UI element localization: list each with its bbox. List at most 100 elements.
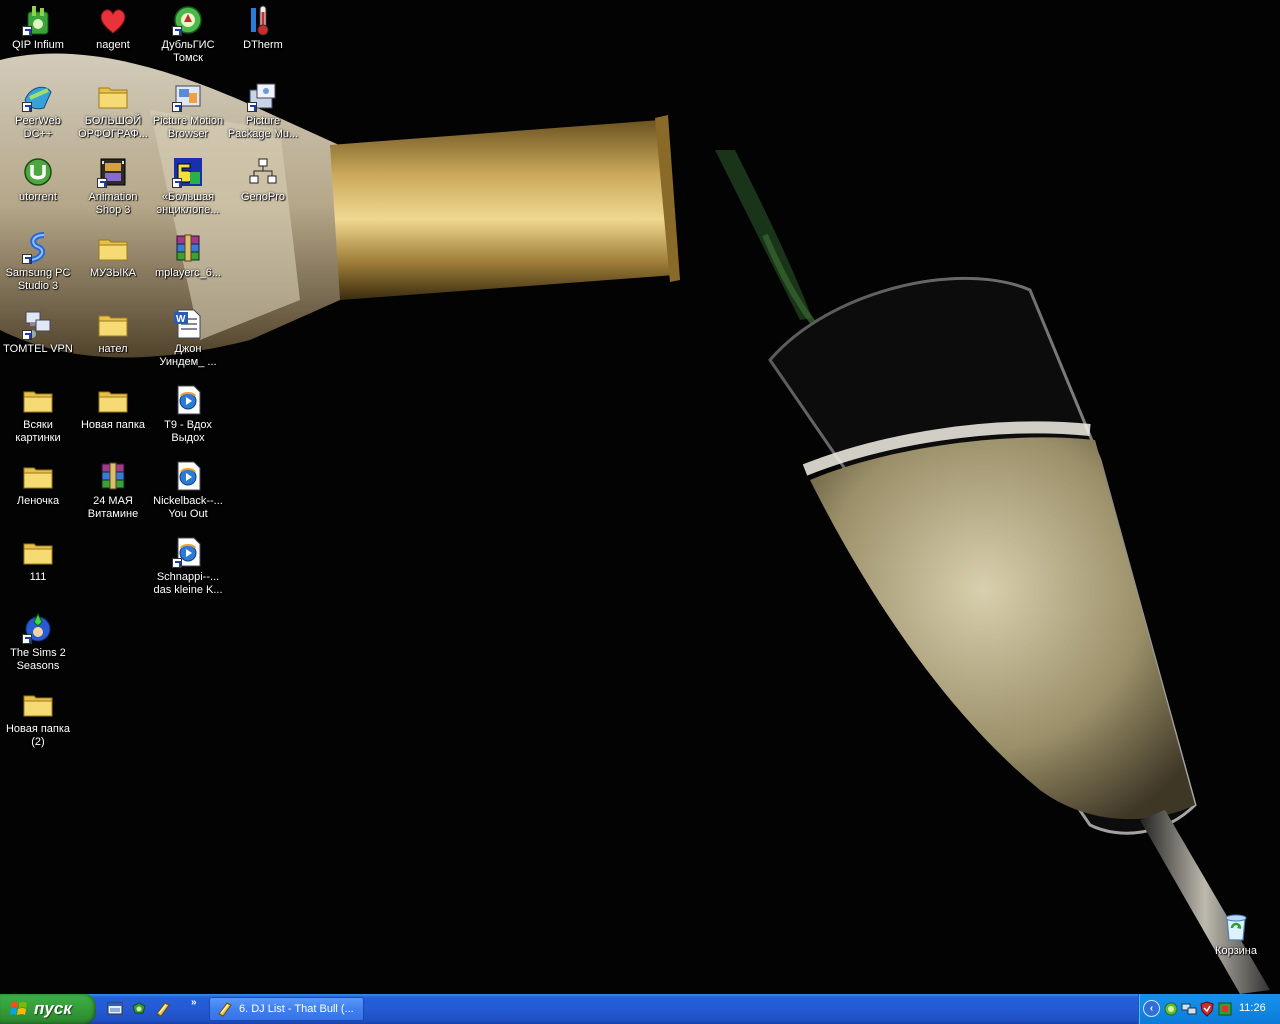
desktop-icon[interactable]: МУЗЫКА [75, 228, 151, 298]
desktop-icon[interactable]: Animation Shop 3 [75, 152, 151, 222]
peerweb-icon [22, 80, 54, 112]
desktop-icon[interactable]: T9 - Вдох Выдох [150, 380, 226, 450]
desktop-icon[interactable]: mplayerc_6... [150, 228, 226, 298]
samsung-icon [22, 232, 54, 264]
desktop-icon[interactable]: utorrent [0, 152, 76, 222]
taskbar: пуск » 6. DJ List - That Bull (... ‹ 11:… [0, 994, 1280, 1024]
tray-connection[interactable] [1181, 1001, 1197, 1017]
desktop-icon-label: The Sims 2 Seasons [10, 647, 66, 672]
tray-expand-button[interactable]: ‹ [1143, 1000, 1160, 1017]
tray-antivirus[interactable] [1199, 1001, 1215, 1017]
svg-text:W: W [176, 314, 186, 325]
show-desktop-icon [107, 1002, 123, 1015]
qip-infium-icon [22, 4, 54, 36]
desktop-icon[interactable]: QIP Infium [0, 0, 76, 70]
desktop-icon[interactable]: Леночка [0, 456, 76, 526]
desktop-icon-label: Nickelback--... You Out [153, 495, 223, 520]
desktop-icon-label: БОЛЬШОЙ ОРФОГРАФ... [78, 115, 148, 140]
desktop-icon[interactable]: Schnappi--... das kleine K... [150, 532, 226, 602]
desktop-icon[interactable]: TOMTEL VPN [0, 304, 76, 374]
desktop-icon[interactable]: ДубльГИС Томск [150, 0, 226, 70]
desktop-icon[interactable]: 111 [0, 532, 76, 602]
dublgis-icon [172, 4, 204, 36]
desktop-icon-label: GenoPro [240, 191, 286, 203]
desktop-icon[interactable]: DTherm [225, 0, 301, 70]
desktop-icon[interactable]: nagent [75, 0, 151, 70]
desktop-icon[interactable]: 24 МАЯ Витамине [75, 456, 151, 526]
thermometer-icon [247, 4, 279, 36]
network-tray-icon [1164, 1002, 1178, 1016]
security-tray-icon [1218, 1002, 1232, 1016]
desktop-icon[interactable]: Picture Package Mu... [225, 76, 301, 146]
desktop-icon[interactable]: нател [75, 304, 151, 374]
clock[interactable]: 11:26 [1239, 1002, 1266, 1014]
quick-launch-media-player[interactable] [131, 1001, 147, 1017]
desktop-icon[interactable]: The Sims 2 Seasons [0, 608, 76, 678]
desktop-icon[interactable]: Новая папка (2) [0, 684, 76, 754]
shortcut-arrow-icon [22, 26, 32, 36]
film-icon [97, 156, 129, 188]
desktop-icon[interactable]: Samsung PC Studio 3 [0, 228, 76, 298]
connection-tray-icon [1181, 1003, 1197, 1015]
shortcut-arrow-icon [247, 102, 257, 112]
sims-icon [22, 612, 54, 644]
picture-motion-icon [172, 80, 204, 112]
desktop-icon[interactable]: PeerWeb DC++ [0, 76, 76, 146]
antivirus-tray-icon [1200, 1001, 1214, 1017]
desktop-icon[interactable]: Picture Motion Browser [150, 76, 226, 146]
media-file-icon [172, 460, 204, 492]
desktop-icon[interactable]: «Большая энциклопе... [150, 152, 226, 222]
desktop-icon-label: nagent [96, 39, 130, 51]
desktop-icon-label: нател [98, 343, 128, 355]
system-tray: ‹ 11:26 [1138, 994, 1280, 1024]
desktop-icon-label: Новая папка (2) [5, 723, 71, 748]
start-button[interactable]: пуск [0, 994, 96, 1024]
quick-launch-more-button[interactable]: » [191, 997, 196, 1008]
desktop-icon[interactable]: GenoPro [225, 152, 301, 222]
winrar-icon [97, 460, 129, 492]
desktop-icon[interactable]: Nickelback--... You Out [150, 456, 226, 526]
desktop-icon[interactable]: БОЛЬШОЙ ОРФОГРАФ... [75, 76, 151, 146]
desktop-icon-label: Picture Package Mu... [227, 115, 299, 140]
folder-icon [22, 384, 54, 416]
desktop-icon-label: Новая папка [80, 419, 146, 431]
winamp-icon [156, 1002, 170, 1017]
shortcut-arrow-icon [22, 330, 32, 340]
folder-icon [97, 384, 129, 416]
desktop-icon-label: Picture Motion Browser [152, 115, 224, 140]
shortcut-arrow-icon [172, 558, 182, 568]
windows-logo-icon [10, 1002, 27, 1015]
desktop-icon-label: Animation Shop 3 [88, 191, 138, 216]
folder-icon [97, 80, 129, 112]
folder-icon [97, 232, 129, 264]
task-button-label: 6. DJ List - That Bull (... [239, 1003, 354, 1015]
desktop-icon[interactable]: Новая папка [75, 380, 151, 450]
media-file-icon [172, 384, 204, 416]
desktop-icon[interactable]: W Джон Уиндем_ ... [150, 304, 226, 374]
desktop-icon-label: mplayerc_6... [154, 267, 222, 279]
shortcut-arrow-icon [22, 102, 32, 112]
winamp-icon [218, 1002, 232, 1017]
desktop-icon-label: 24 МАЯ Витамине [87, 495, 139, 520]
heart-icon [97, 4, 129, 36]
quick-launch-show-desktop[interactable] [107, 1001, 123, 1017]
tray-security[interactable] [1217, 1001, 1233, 1017]
recycle-bin[interactable]: Корзина [1198, 906, 1274, 976]
word-document-icon: W [172, 308, 204, 340]
folder-icon [22, 460, 54, 492]
desktop-icon-label: Всяки картинки [15, 419, 61, 444]
desktop-icon[interactable]: Всяки картинки [0, 380, 76, 450]
tray-network[interactable] [1163, 1001, 1179, 1017]
desktop-icon-label: «Большая энциклопе... [156, 191, 220, 216]
start-button-label: пуск [34, 999, 72, 1018]
quick-launch-winamp[interactable] [155, 1001, 171, 1017]
folder-icon [22, 536, 54, 568]
desktop-icon-label: Джон Уиндем_ ... [159, 343, 217, 368]
task-button-winamp[interactable]: 6. DJ List - That Bull (... [209, 997, 364, 1021]
shortcut-arrow-icon [172, 102, 182, 112]
winrar-icon [172, 232, 204, 264]
desktop[interactable]: QIP Infium nagent ДубльГИС Томск DTherm Peer… [0, 0, 1280, 994]
desktop-icon-label: PeerWeb DC++ [15, 115, 61, 140]
desktop-icon-label: МУЗЫКА [89, 267, 137, 279]
desktop-icon-label: TOMTEL VPN [3, 343, 73, 355]
